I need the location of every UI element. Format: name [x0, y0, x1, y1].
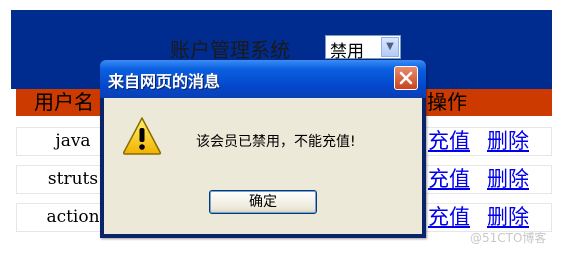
- header-actions: 操作: [427, 90, 467, 114]
- recharge-link[interactable]: 充值: [428, 128, 470, 155]
- chevron-down-icon[interactable]: ▼: [381, 37, 399, 57]
- alert-dialog: 来自网页的消息 该会员已禁用，不能充值! 确定: [100, 60, 426, 238]
- delete-link[interactable]: 删除: [487, 128, 529, 155]
- delete-link[interactable]: 删除: [487, 166, 529, 193]
- dialog-title: 来自网页的消息: [108, 72, 221, 91]
- recharge-link[interactable]: 充值: [428, 166, 470, 193]
- recharge-link[interactable]: 充值: [428, 204, 470, 231]
- delete-link[interactable]: 删除: [487, 204, 529, 231]
- dialog-body: 该会员已禁用，不能充值! 确定: [104, 98, 422, 234]
- dialog-message: 该会员已禁用，不能充值!: [196, 134, 356, 150]
- system-title: 账户管理系统: [170, 38, 290, 62]
- warning-icon: [122, 117, 162, 155]
- ok-button[interactable]: 确定: [209, 190, 317, 214]
- dialog-titlebar[interactable]: 来自网页的消息: [100, 60, 426, 98]
- status-select[interactable]: 禁用 ▼: [325, 35, 401, 62]
- close-icon: [399, 71, 413, 85]
- watermark: @51CTO博客: [470, 231, 547, 245]
- header-username: 用户名: [34, 90, 94, 114]
- status-select-value: 禁用: [330, 42, 364, 62]
- close-button[interactable]: [394, 66, 418, 90]
